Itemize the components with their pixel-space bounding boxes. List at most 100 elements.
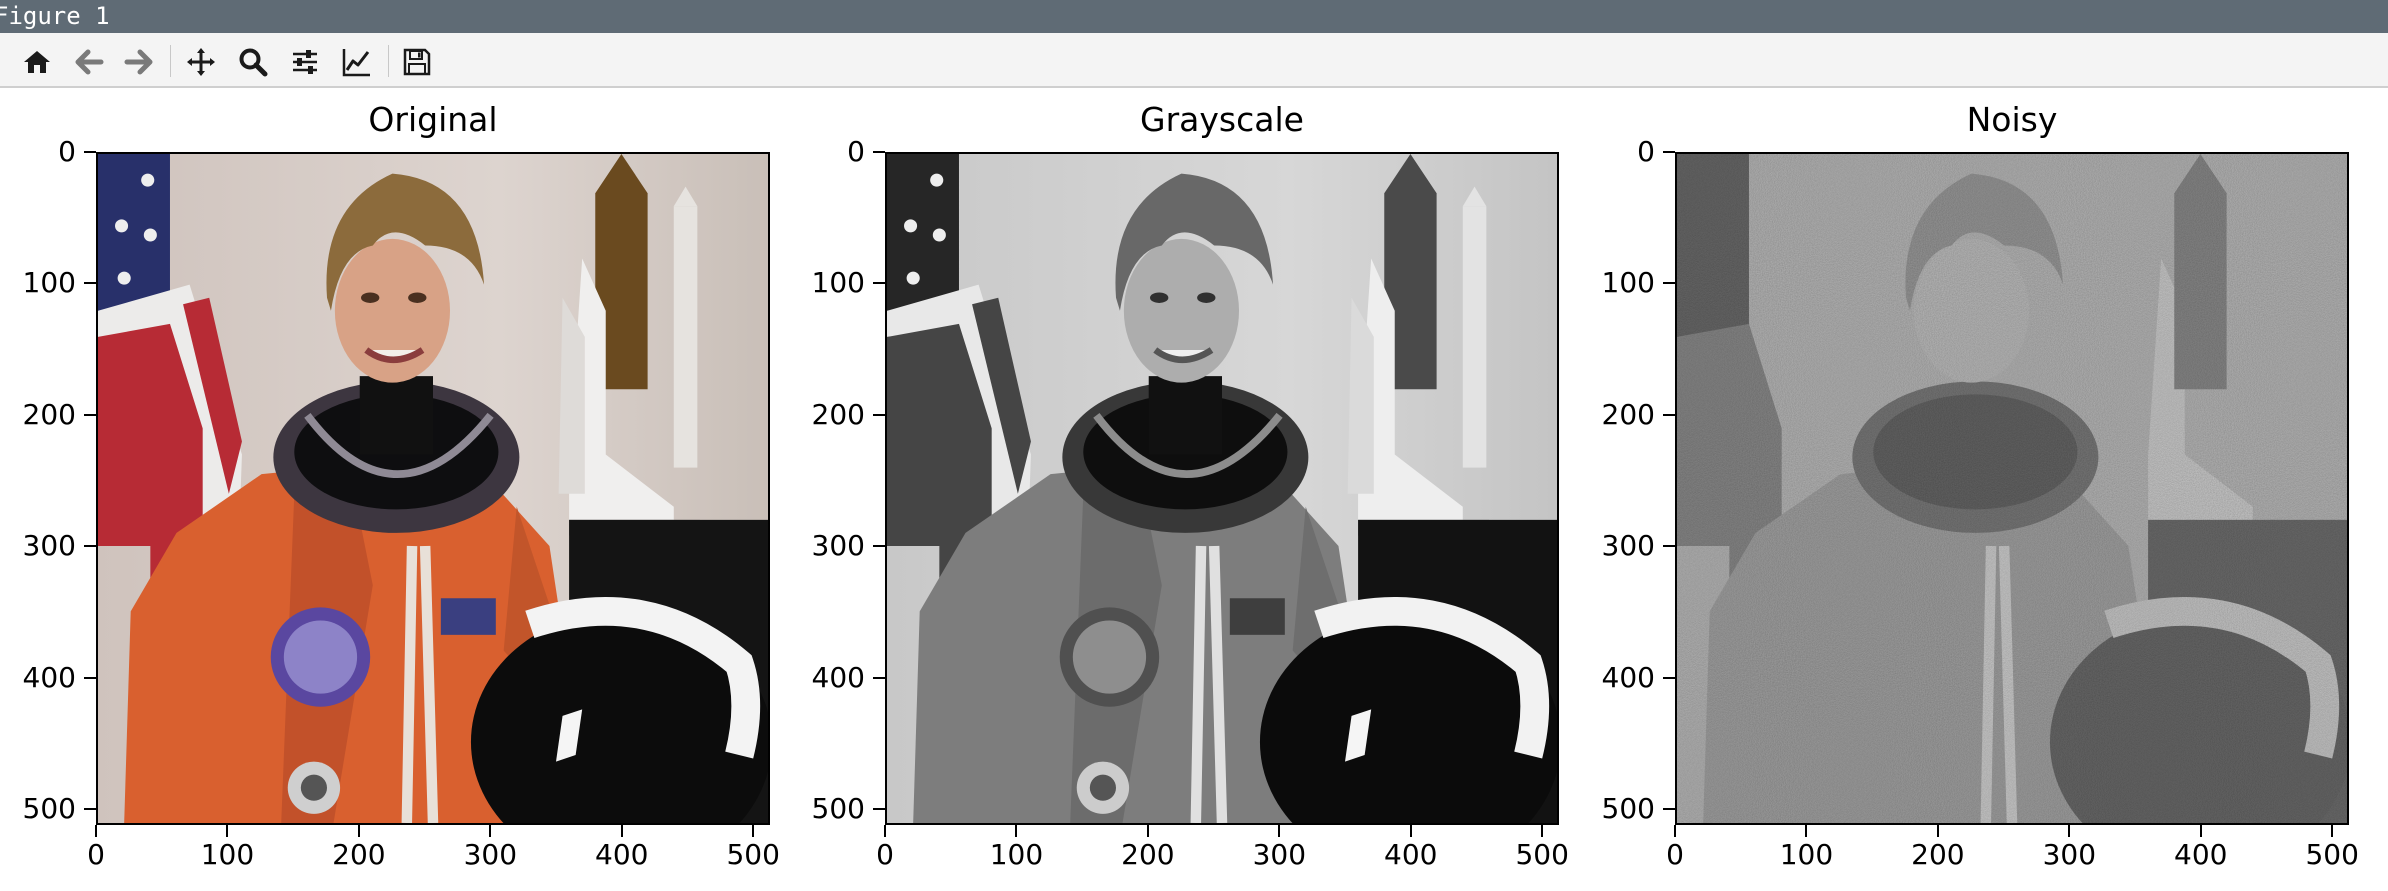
x-tick-label-noisy: 0 [1666, 838, 1684, 871]
y-tick-label-noisy: 100 [1601, 266, 1655, 300]
x-tick-noisy [2331, 825, 2334, 837]
panel-title-grayscale: Grayscale [1140, 100, 1304, 139]
x-tick-grayscale [884, 825, 886, 837]
x-tick-label-original: 0 [87, 838, 105, 871]
y-tick-label-noisy: 0 [1637, 135, 1655, 168]
home-button[interactable] [18, 43, 56, 81]
x-tick-label-noisy: 100 [1779, 838, 1834, 871]
x-tick-original [752, 825, 755, 837]
y-tick-label-original: 300 [22, 529, 76, 563]
x-tick-noisy [1805, 825, 1808, 837]
y-tick-noisy [1663, 282, 1675, 285]
y-tick-label-grayscale: 300 [811, 529, 865, 563]
y-tick-label-noisy: 300 [1601, 529, 1655, 563]
y-tick-noisy [1663, 545, 1675, 548]
panel-title-noisy: Noisy [1966, 100, 2058, 139]
y-tick-noisy [1663, 413, 1675, 416]
y-tick-grayscale [873, 545, 885, 548]
y-tick-label-original: 500 [22, 792, 76, 826]
x-tick-original [357, 825, 360, 837]
home-icon [24, 51, 50, 73]
back-button[interactable] [70, 43, 108, 81]
configure-subplots-button[interactable] [286, 43, 324, 81]
arrow-left-icon [75, 49, 104, 75]
y-tick-original [84, 282, 96, 285]
search-icon [239, 48, 268, 77]
x-tick-grayscale [1409, 825, 1412, 837]
y-tick-label-grayscale: 500 [811, 792, 865, 826]
x-tick-original [226, 825, 229, 837]
x-tick-original [620, 825, 623, 837]
x-tick-grayscale [1541, 825, 1544, 837]
save-button[interactable] [398, 43, 436, 81]
x-tick-noisy [1936, 825, 1939, 837]
y-tick-label-noisy: 200 [1601, 397, 1655, 431]
image-axes-grayscale[interactable] [885, 152, 1559, 825]
x-tick-original [95, 825, 97, 837]
y-tick-original [84, 808, 96, 811]
x-tick-label-original: 100 [200, 838, 255, 871]
image-axes-noisy[interactable] [1675, 152, 2349, 825]
edit-axes-button[interactable] [338, 43, 376, 81]
line-chart-icon [342, 49, 370, 77]
pan-button[interactable] [182, 43, 220, 81]
y-tick-original [84, 676, 96, 679]
move-icon [187, 48, 215, 76]
x-tick-label-grayscale: 400 [1384, 838, 1438, 871]
y-tick-grayscale [873, 808, 885, 811]
x-tick-label-original: 300 [463, 838, 518, 871]
x-tick-grayscale [1278, 825, 1281, 837]
y-tick-label-original: 0 [58, 135, 76, 168]
x-tick-label-grayscale: 300 [1252, 838, 1307, 871]
toolbar-separator [170, 45, 171, 77]
x-tick-label-grayscale: 0 [876, 838, 894, 871]
y-tick-label-grayscale: 100 [811, 266, 865, 300]
forward-button[interactable] [120, 43, 158, 81]
x-tick-label-noisy: 500 [2305, 838, 2359, 871]
x-tick-label-original: 500 [726, 838, 780, 871]
x-tick-grayscale [1146, 825, 1149, 837]
x-tick-label-grayscale: 200 [1121, 838, 1175, 871]
floppy-disk-icon [403, 48, 431, 76]
y-tick-grayscale [873, 413, 885, 416]
x-tick-label-noisy: 200 [1911, 838, 1965, 871]
x-tick-noisy [2068, 825, 2071, 837]
x-tick-label-original: 400 [595, 838, 649, 871]
y-tick-original [84, 413, 96, 416]
x-tick-label-grayscale: 500 [1515, 838, 1569, 871]
x-tick-noisy [2199, 825, 2202, 837]
toolbar-separator [388, 45, 389, 77]
astronaut-image-original [98, 154, 768, 823]
window-titlebar: Figure 1 [0, 0, 2388, 33]
zoom-button[interactable] [234, 43, 272, 81]
y-tick-noisy [1663, 151, 1675, 153]
y-tick-label-noisy: 400 [1601, 660, 1655, 694]
y-tick-original [84, 151, 96, 153]
y-tick-label-noisy: 500 [1601, 792, 1655, 826]
x-tick-label-original: 200 [332, 838, 386, 871]
y-tick-label-original: 200 [22, 397, 76, 431]
y-tick-label-original: 100 [22, 266, 76, 300]
y-tick-grayscale [873, 151, 885, 153]
sliders-icon [293, 50, 317, 74]
y-tick-label-grayscale: 0 [847, 135, 865, 168]
y-tick-grayscale [873, 676, 885, 679]
x-tick-label-grayscale: 100 [989, 838, 1044, 871]
x-tick-noisy [1674, 825, 1676, 837]
y-tick-noisy [1663, 808, 1675, 811]
y-tick-noisy [1663, 676, 1675, 679]
x-tick-label-noisy: 400 [2174, 838, 2228, 871]
y-tick-grayscale [873, 282, 885, 285]
y-tick-label-grayscale: 400 [811, 660, 865, 694]
y-tick-original [84, 545, 96, 548]
astronaut-image-noisy [1677, 154, 2347, 823]
x-tick-original [489, 825, 492, 837]
x-tick-label-noisy: 300 [2042, 838, 2097, 871]
toolbar [0, 33, 2388, 88]
panel-title-original: Original [368, 100, 498, 139]
arrow-right-icon [124, 49, 153, 75]
y-tick-label-grayscale: 200 [811, 397, 865, 431]
image-axes-original[interactable] [96, 152, 770, 825]
astronaut-image-grayscale [887, 154, 1557, 823]
x-tick-grayscale [1015, 825, 1018, 837]
